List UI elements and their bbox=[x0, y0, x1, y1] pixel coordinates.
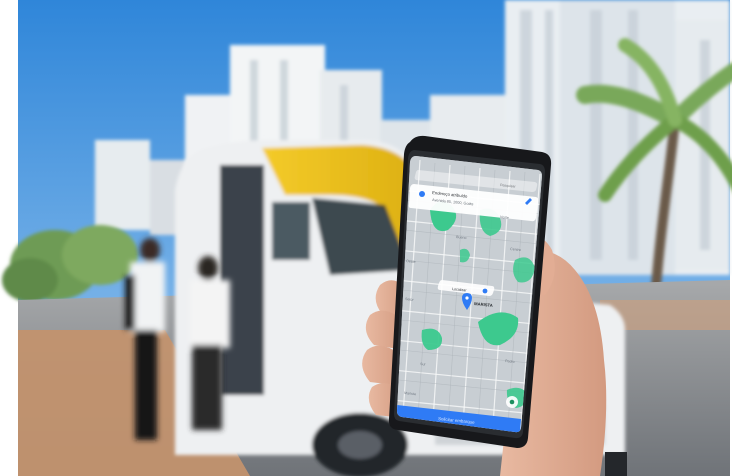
photo-scene: Endereço atribuído Avenida 85, 1000, Goi… bbox=[0, 0, 732, 476]
map-place-label: Sul bbox=[420, 362, 426, 367]
photo-background bbox=[2, 0, 732, 476]
location-icon bbox=[419, 191, 425, 197]
plus-icon[interactable] bbox=[482, 288, 488, 294]
recenter-button[interactable] bbox=[506, 396, 518, 408]
recenter-icon bbox=[509, 399, 515, 405]
